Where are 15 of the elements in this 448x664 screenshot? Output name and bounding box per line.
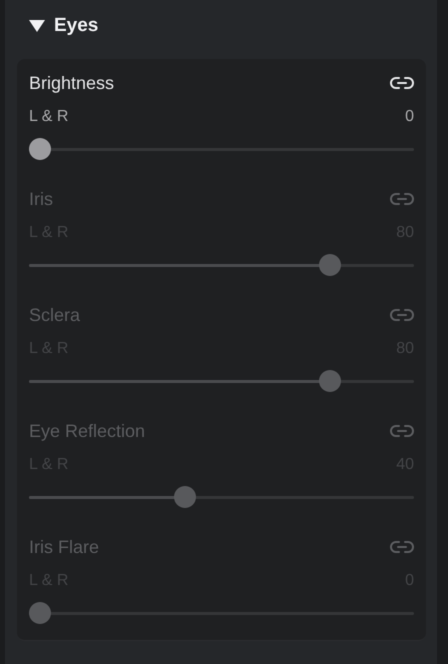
slider-track[interactable]	[29, 486, 414, 508]
caret-icon[interactable]	[29, 19, 45, 33]
slider-label: Iris	[29, 188, 53, 211]
slider-label: Brightness	[29, 72, 114, 95]
slider-label: Sclera	[29, 304, 80, 327]
slider-track[interactable]	[29, 254, 414, 276]
slider-label: Iris Flare	[29, 536, 100, 559]
section-title: Eyes	[54, 15, 98, 37]
slider-track[interactable]	[29, 138, 414, 160]
channel-label: L & R	[29, 107, 68, 127]
slider-label: Eye Reflection	[29, 420, 146, 443]
slider-track[interactable]	[29, 370, 414, 392]
slider-thumb[interactable]	[29, 138, 51, 160]
slider-track[interactable]	[29, 602, 414, 624]
slider-value: 0	[405, 107, 414, 127]
